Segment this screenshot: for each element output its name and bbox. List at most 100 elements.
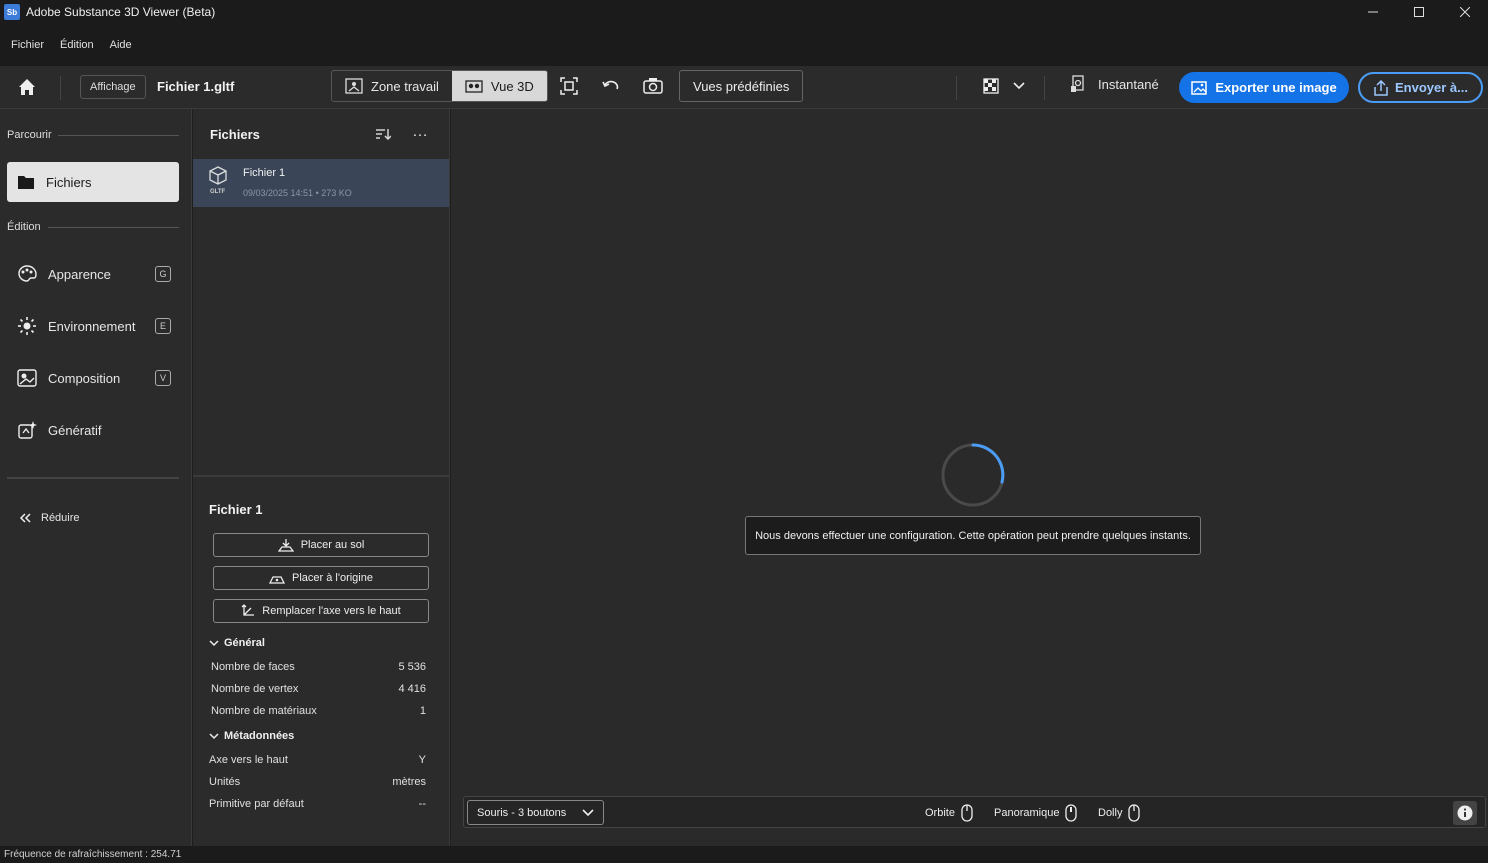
mouse-middle-icon <box>1065 804 1078 822</box>
info-icon <box>1457 805 1473 821</box>
menu-edition[interactable]: Édition <box>60 39 94 51</box>
frame-button[interactable] <box>558 75 580 97</box>
metadata-section-toggle[interactable]: Métadonnées <box>209 730 294 742</box>
file-meta: 09/03/2025 14:51 • 273 KO <box>243 188 352 198</box>
reset-view-button[interactable] <box>600 75 622 97</box>
loading-spinner-icon <box>941 443 1005 507</box>
frame-icon <box>560 77 578 95</box>
nav-apparence-label: Apparence <box>48 266 111 282</box>
remplacer-axe-button[interactable]: Remplacer l'axe vers le haut <box>213 599 429 623</box>
affichage-button[interactable]: Affichage <box>80 75 146 99</box>
nav-composition-label: Composition <box>48 370 121 386</box>
send-to-button[interactable]: Envoyer à... <box>1358 72 1483 103</box>
more-options-button[interactable]: … <box>412 123 429 141</box>
zone-travail-tab[interactable]: Zone travail <box>332 71 452 101</box>
minimize-button[interactable] <box>1350 0 1396 24</box>
menu-fichier[interactable]: Fichier <box>11 39 44 51</box>
shortcut-badge: G <box>155 266 171 282</box>
zone-travail-label: Zone travail <box>371 78 439 94</box>
section-rule <box>58 135 179 136</box>
view-3d-icon <box>465 80 483 93</box>
general-section-toggle[interactable]: Général <box>209 637 265 649</box>
reduire-button[interactable]: Réduire <box>19 512 80 524</box>
file-list-item[interactable]: GLTF Fichier 1 09/03/2025 14:51 • 273 KO <box>193 159 449 207</box>
nav-environnement[interactable]: Environnement E <box>7 306 179 346</box>
shortcut-badge: E <box>155 318 171 334</box>
background-button[interactable] <box>980 75 1002 97</box>
property-row: Nombre de vertex 4 416 <box>211 683 426 695</box>
instantane-button[interactable]: Instantané <box>1070 75 1159 93</box>
snapshot-icon <box>1071 75 1084 92</box>
vues-predefinies-button[interactable]: Vues prédéfinies <box>679 70 804 102</box>
export-image-label: Exporter une image <box>1215 80 1337 95</box>
vue-3d-tab[interactable]: Vue 3D <box>451 71 547 101</box>
main-toolbar: Affichage Fichier 1.gltf Zone travail Vu… <box>0 66 1488 109</box>
property-row: Nombre de matériaux 1 <box>211 705 426 717</box>
property-label: Nombre de faces <box>211 661 295 673</box>
title-bar: Sb Adobe Substance 3D Viewer (Beta) <box>0 0 1488 24</box>
property-row: Nombre de faces 5 536 <box>211 661 426 673</box>
properties-title: Fichier 1 <box>209 502 263 517</box>
panel-divider <box>193 475 449 477</box>
remplacer-axe-label: Remplacer l'axe vers le haut <box>262 605 401 617</box>
image-export-icon <box>1191 80 1208 95</box>
instantane-label: Instantané <box>1098 76 1159 92</box>
nav-fichiers[interactable]: Fichiers <box>7 162 179 202</box>
minimize-icon <box>1368 11 1378 13</box>
sort-button[interactable] <box>375 127 392 144</box>
property-value: -- <box>418 798 426 810</box>
app-logo-icon: Sb <box>4 4 20 20</box>
menu-aide[interactable]: Aide <box>110 39 132 51</box>
nav-fichiers-label: Fichiers <box>46 174 92 190</box>
double-chevron-left-icon <box>19 513 31 523</box>
panoramique-label: Panoramique <box>994 807 1060 819</box>
palette-icon <box>18 265 37 282</box>
property-value: Y <box>418 754 426 766</box>
property-row: Axe vers le haut Y <box>209 754 426 766</box>
property-label: Axe vers le haut <box>209 754 288 766</box>
shortcut-badge: V <box>155 370 171 386</box>
section-rule <box>48 227 179 228</box>
nav-environnement-label: Environnement <box>48 318 136 334</box>
background-dropdown[interactable] <box>1008 75 1030 97</box>
cube-icon <box>209 166 227 185</box>
mouse-right-icon <box>1128 804 1141 822</box>
export-image-button[interactable]: Exporter une image <box>1179 72 1349 103</box>
nav-apparence[interactable]: Apparence G <box>7 254 179 294</box>
nav-composition[interactable]: Composition V <box>7 358 179 398</box>
home-button[interactable] <box>16 76 38 98</box>
metadata-heading: Métadonnées <box>224 730 295 742</box>
orbite-label: Orbite <box>925 807 955 819</box>
placer-au-sol-button[interactable]: Placer au sol <box>213 533 429 557</box>
axis-icon <box>241 604 255 616</box>
maximize-button[interactable] <box>1396 0 1442 24</box>
loading-message: Nous devons effectuer une configuration.… <box>745 516 1201 555</box>
nav-generatif-label: Génératif <box>48 422 102 438</box>
info-button[interactable] <box>1453 801 1477 825</box>
share-icon <box>1374 79 1388 96</box>
file-name: Fichier 1 <box>243 167 286 179</box>
3d-viewport[interactable]: Nous devons effectuer une configuration.… <box>451 109 1488 846</box>
nav-generatif[interactable]: Génératif <box>7 410 179 450</box>
general-heading: Général <box>224 637 265 649</box>
property-row: Primitive par défaut -- <box>209 798 426 810</box>
vue-3d-label: Vue 3D <box>490 78 534 94</box>
dolly-control: Dolly <box>1098 804 1141 822</box>
toolbar-divider <box>1044 76 1045 100</box>
camera-settings-button[interactable] <box>642 75 664 97</box>
mouse-mode-select[interactable]: Souris - 3 boutons <box>467 800 604 825</box>
mouse-left-icon <box>961 804 973 822</box>
property-value: 4 416 <box>398 683 426 695</box>
property-value: 5 536 <box>398 661 426 673</box>
toolbar-divider <box>956 76 957 100</box>
chevron-down-icon <box>209 639 219 646</box>
undo-icon <box>602 80 619 90</box>
edition-heading-label: Édition <box>7 221 41 233</box>
close-button[interactable] <box>1442 0 1488 24</box>
folder-icon <box>18 176 34 189</box>
menu-bar: Fichier Édition Aide <box>0 24 1488 66</box>
current-file-name: Fichier 1.gltf <box>157 79 235 94</box>
parcourir-heading: Parcourir <box>7 129 52 141</box>
property-label: Nombre de matériaux <box>211 705 317 717</box>
placer-origine-button[interactable]: Placer à l'origine <box>213 566 429 590</box>
